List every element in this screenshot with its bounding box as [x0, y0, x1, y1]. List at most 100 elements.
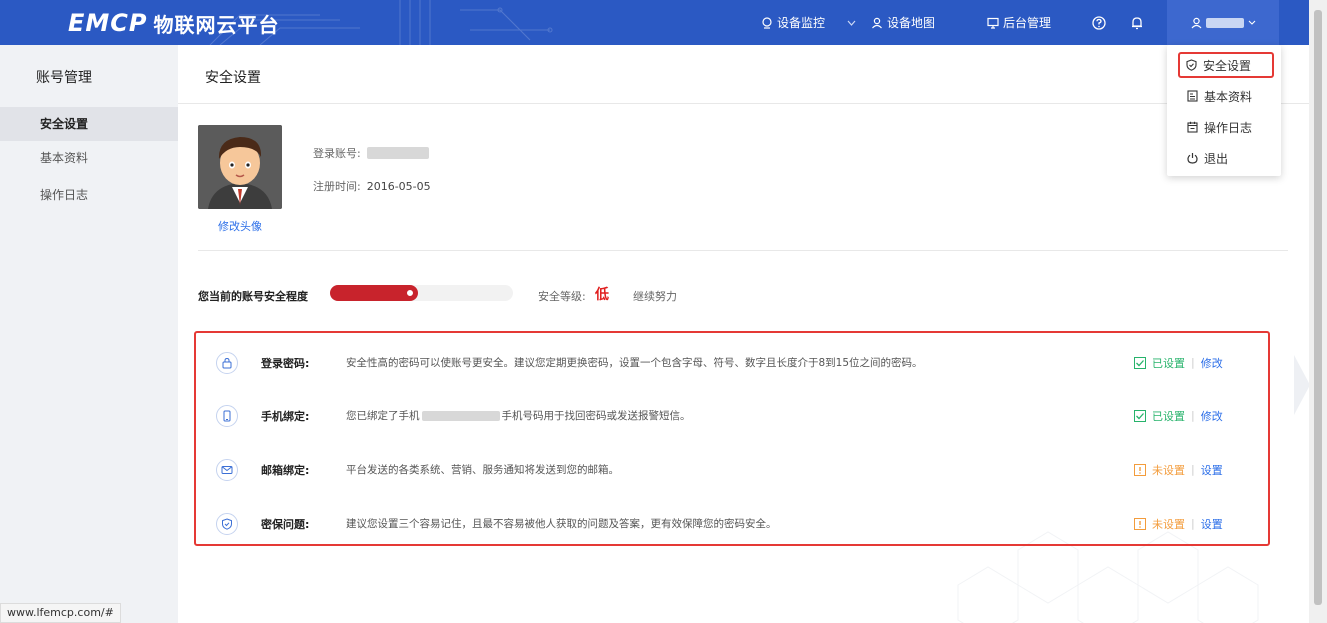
security-row-status: 未设置 | 设置 — [1134, 462, 1223, 478]
bell-icon — [1132, 16, 1142, 29]
security-row-status: 已设置 | 修改 — [1134, 408, 1223, 424]
divider — [198, 250, 1288, 251]
screen-icon — [987, 17, 999, 29]
nav-device-monitor[interactable]: 设备监控 — [761, 0, 860, 45]
register-row: 注册时间: 2016-05-05 — [313, 178, 431, 194]
power-icon — [1187, 153, 1198, 164]
browser-status-url: www.lfemcp.com/# — [0, 603, 121, 623]
modify-password-link[interactable]: 修改 — [1201, 355, 1223, 371]
phone-icon — [216, 404, 238, 427]
set-question-link[interactable]: 设置 — [1201, 516, 1223, 532]
register-label: 注册时间: — [313, 180, 361, 193]
status-text: 未设置 — [1152, 517, 1185, 531]
separator: | — [1191, 463, 1195, 476]
encourage-text: 继续努力 — [633, 290, 677, 303]
scrollbar-thumb[interactable] — [1314, 10, 1322, 605]
menu-item-label: 退出 — [1204, 151, 1229, 166]
page-title: 安全设置 — [205, 70, 261, 86]
security-row-status: 已设置 | 修改 — [1134, 355, 1223, 371]
desc-suffix: 手机号码用于找回密码或发送报警短信。 — [501, 410, 691, 422]
calendar-icon — [1187, 121, 1198, 133]
nav-device-map[interactable]: 设备地图 — [871, 0, 935, 45]
set-email-link[interactable]: 设置 — [1201, 462, 1223, 478]
profile-icon — [1187, 90, 1198, 102]
shield-icon — [1186, 59, 1197, 71]
brand-subtitle: 物联网云平台 — [153, 12, 280, 37]
separator: | — [1191, 517, 1195, 530]
change-avatar-link[interactable]: 修改头像 — [218, 218, 262, 234]
main-panel: 安全设置 修改头像 登录账号: 注册时间: 2016-05-05 您当前的账号安… — [178, 45, 1309, 623]
modify-phone-link[interactable]: 修改 — [1201, 408, 1223, 424]
security-level-knob — [406, 289, 414, 297]
nav-label: 后台管理 — [1003, 16, 1052, 30]
warning-icon — [1134, 517, 1146, 530]
menu-item-label: 安全设置 — [1203, 58, 1252, 73]
divider — [178, 103, 1309, 104]
separator: | — [1191, 356, 1195, 369]
top-bar: EMCP 物联网云平台 设备监控 设备地图 后台管理 — [0, 0, 1327, 45]
security-row-question: 密保问题: 建议您设置三个容易记住，且最不容易被他人获取的问题及答案，更有效保障… — [196, 497, 1268, 550]
safety-grade-label: 安全等级: — [538, 290, 586, 303]
menu-item-profile[interactable]: 基本资料 — [1179, 83, 1279, 109]
shield-check-icon — [216, 512, 238, 535]
mail-icon — [216, 458, 238, 481]
brand-text: EMCP — [68, 9, 148, 37]
user-menu[interactable] — [1167, 0, 1279, 45]
sidebar-item-profile[interactable]: 基本资料 — [0, 141, 178, 175]
security-level-label: 您当前的账号安全程度 — [198, 290, 308, 303]
security-row-desc: 安全性高的密码可以使账号更安全。建议您定期更换密码，设置一个包含字母、符号、数字… — [346, 357, 923, 369]
menu-item-security[interactable]: 安全设置 — [1178, 52, 1274, 78]
chevron-down-icon — [1248, 20, 1255, 25]
security-row-name: 手机绑定: — [261, 409, 310, 423]
sidebar: 账号管理 安全设置 基本资料 操作日志 — [0, 45, 178, 623]
nav-label: 设备地图 — [887, 16, 936, 30]
security-row-password: 登录密码: 安全性高的密码可以使账号更安全。建议您定期更换密码，设置一个包含字母… — [196, 336, 1268, 389]
security-items-box: 登录密码: 安全性高的密码可以使账号更安全。建议您定期更换密码，设置一个包含字母… — [194, 331, 1270, 546]
app-logo[interactable]: EMCP 物联网云平台 — [68, 8, 279, 38]
security-row-phone: 手机绑定: 您已绑定了手机 手机号码用于找回密码或发送报警短信。 已设置 | 修… — [196, 389, 1268, 442]
security-row-desc: 平台发送的各类系统、营销、服务通知将发送到您的邮箱。 — [346, 464, 619, 476]
monitor-icon — [762, 16, 772, 29]
question-circle-icon — [1092, 15, 1106, 30]
status-text: 已设置 — [1152, 356, 1185, 370]
notification-button[interactable] — [1131, 0, 1147, 45]
sidebar-item-security[interactable]: 安全设置 — [0, 107, 178, 141]
nav-label: 设备监控 — [777, 16, 826, 30]
security-row-desc: 建议您设置三个容易记住，且最不容易被他人获取的问题及答案，更有效保障您的密码安全… — [346, 518, 777, 530]
phone-number-redacted — [421, 410, 500, 421]
security-level-bar — [330, 285, 513, 301]
sidebar-item-logs[interactable]: 操作日志 — [0, 178, 178, 212]
chevron-down-icon[interactable] — [847, 20, 856, 26]
security-row-name: 密保问题: — [261, 517, 310, 531]
checkbox-checked-icon — [1134, 409, 1146, 422]
status-text: 未设置 — [1152, 463, 1185, 477]
nav-backend[interactable]: 后台管理 — [987, 0, 1051, 45]
security-row-status: 未设置 | 设置 — [1134, 516, 1223, 532]
avatar-image — [198, 125, 282, 209]
register-date: 2016-05-05 — [366, 179, 431, 193]
menu-item-logout[interactable]: 退出 — [1179, 145, 1279, 171]
account-row: 登录账号: — [313, 145, 429, 161]
user-icon — [1191, 17, 1201, 28]
status-text: 已设置 — [1152, 409, 1185, 423]
desc-prefix: 您已绑定了手机 — [346, 410, 420, 422]
security-row-email: 邮箱绑定: 平台发送的各类系统、营销、服务通知将发送到您的邮箱。 未设置 | 设… — [196, 443, 1268, 496]
help-button[interactable] — [1092, 0, 1110, 45]
avatar[interactable] — [198, 125, 282, 209]
menu-item-label: 基本资料 — [1204, 89, 1253, 104]
user-dropdown-menu: 安全设置 基本资料 操作日志 退出 — [1167, 45, 1281, 176]
map-user-icon — [872, 17, 882, 28]
security-row-desc: 您已绑定了手机 手机号码用于找回密码或发送报警短信。 — [346, 408, 691, 423]
menu-item-label: 操作日志 — [1204, 120, 1253, 135]
separator: | — [1191, 409, 1195, 422]
security-row-name: 邮箱绑定: — [261, 463, 310, 477]
sidebar-title: 账号管理 — [36, 70, 92, 86]
safety-grade-value: 低 — [595, 287, 609, 303]
menu-item-logs[interactable]: 操作日志 — [1179, 114, 1279, 140]
security-row-name: 登录密码: — [261, 356, 310, 370]
account-label: 登录账号: — [313, 147, 361, 160]
security-level-fill — [330, 285, 418, 301]
scrollbar[interactable] — [1309, 0, 1327, 623]
lock-icon — [216, 351, 238, 374]
warning-icon — [1134, 463, 1146, 476]
